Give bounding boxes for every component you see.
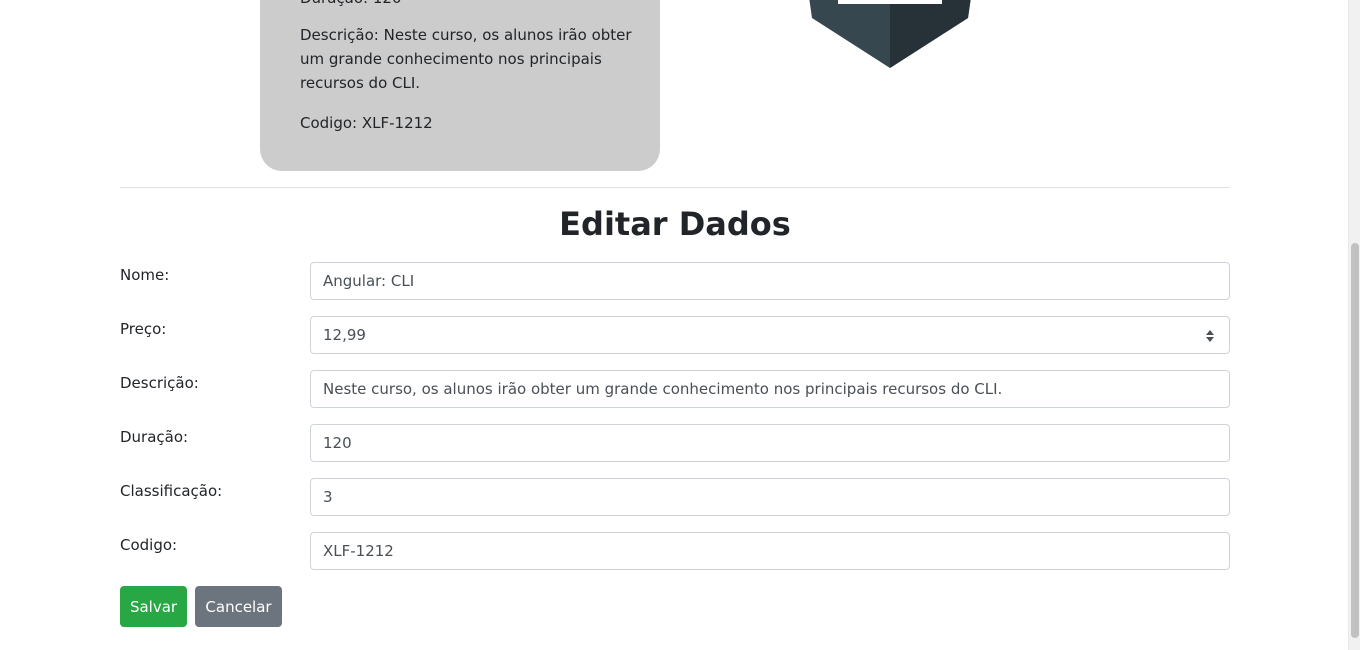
duration-input-value: 120 bbox=[323, 434, 352, 452]
name-input-value: Angular: CLI bbox=[323, 272, 415, 290]
page: Duração: 120 Descrição: Neste curso, os … bbox=[0, 0, 1360, 650]
duration-label: Duração: bbox=[120, 428, 189, 446]
section-divider bbox=[120, 187, 1230, 188]
course-description-text: Descrição: Neste curso, os alunos irão o… bbox=[300, 26, 632, 92]
code-input-value: XLF-1212 bbox=[323, 542, 394, 560]
duration-input[interactable]: 120 bbox=[310, 424, 1230, 462]
code-label: Codigo: bbox=[120, 536, 178, 554]
description-label: Descrição: bbox=[120, 374, 199, 392]
cancel-button[interactable]: Cancelar bbox=[195, 586, 282, 627]
description-input-value: Neste curso, os alunos irão obter um gra… bbox=[323, 380, 1003, 398]
form-title: Editar Dados bbox=[559, 205, 791, 243]
name-input[interactable]: Angular: CLI bbox=[310, 262, 1230, 300]
rating-input-value: 3 bbox=[323, 488, 333, 506]
price-input-value: 12,99 bbox=[323, 326, 366, 344]
save-button[interactable]: Salvar bbox=[120, 586, 187, 627]
angular-logo-icon bbox=[809, 0, 971, 68]
name-label: Nome: bbox=[120, 266, 170, 284]
rating-label: Classificação: bbox=[120, 482, 223, 500]
vertical-scrollbar[interactable] bbox=[1348, 0, 1360, 650]
price-input[interactable]: 12,99 bbox=[310, 316, 1230, 354]
code-input[interactable]: XLF-1212 bbox=[310, 532, 1230, 570]
description-input[interactable]: Neste curso, os alunos irão obter um gra… bbox=[310, 370, 1230, 408]
course-duration-text: Duração: 120 bbox=[300, 0, 645, 10]
scrollbar-thumb[interactable] bbox=[1351, 243, 1359, 638]
course-code-text: Codigo: XLF-1212 bbox=[300, 114, 433, 132]
course-info-card: Duração: 120 Descrição: Neste curso, os … bbox=[260, 0, 660, 171]
rating-input[interactable]: 3 bbox=[310, 478, 1230, 516]
number-spinner-icon[interactable] bbox=[1205, 328, 1215, 344]
price-label: Preço: bbox=[120, 320, 167, 338]
